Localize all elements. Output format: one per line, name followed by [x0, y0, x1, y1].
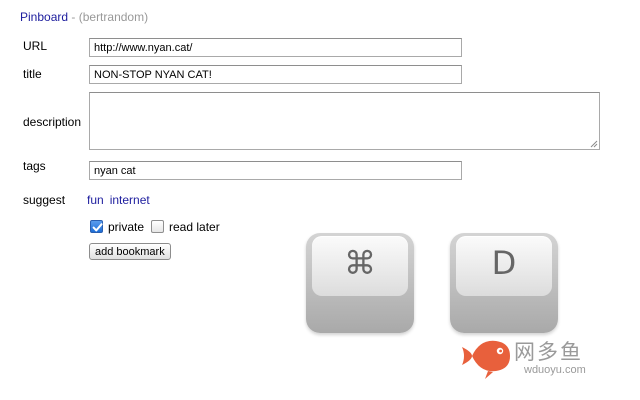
suggested-tags: fun internet: [87, 193, 156, 207]
tags-input[interactable]: [89, 161, 462, 180]
add-bookmark-button[interactable]: add bookmark: [89, 243, 171, 260]
watermark-name: 网多鱼: [514, 340, 583, 364]
d-key-glyph: D: [491, 244, 517, 282]
d-key-keycap: D: [450, 233, 558, 333]
url-label: URL: [23, 39, 48, 53]
suggested-tag-internet[interactable]: internet: [110, 193, 150, 207]
suggest-label: suggest: [23, 193, 66, 207]
suggested-tag-fun[interactable]: fun: [87, 193, 104, 207]
url-input[interactable]: [89, 38, 462, 57]
read-later-label: read later: [169, 220, 220, 234]
private-checkbox[interactable]: [90, 220, 103, 233]
pinboard-popup: Pinboard - (bertrandom) URL title descri…: [0, 0, 640, 400]
fish-logo-icon: [462, 340, 510, 379]
read-later-checkbox[interactable]: [151, 220, 164, 233]
header: Pinboard - (bertrandom): [20, 10, 148, 24]
description-label: description: [23, 115, 82, 129]
command-key-keycap: ⌘: [306, 233, 414, 333]
watermark-domain: wduoyu.com: [524, 364, 586, 376]
title-input[interactable]: [89, 65, 462, 84]
pinboard-link[interactable]: Pinboard: [20, 10, 68, 24]
title-label: title: [23, 67, 42, 81]
private-label: private: [108, 220, 145, 234]
watermark: 网多鱼 wduoyu.com: [458, 333, 608, 381]
description-textarea[interactable]: [89, 92, 600, 150]
header-separator: -: [68, 10, 79, 24]
username: (bertrandom): [78, 10, 149, 24]
command-key-icon: ⌘: [344, 244, 376, 282]
checkmark-icon: [92, 223, 103, 232]
tags-label: tags: [23, 159, 46, 173]
